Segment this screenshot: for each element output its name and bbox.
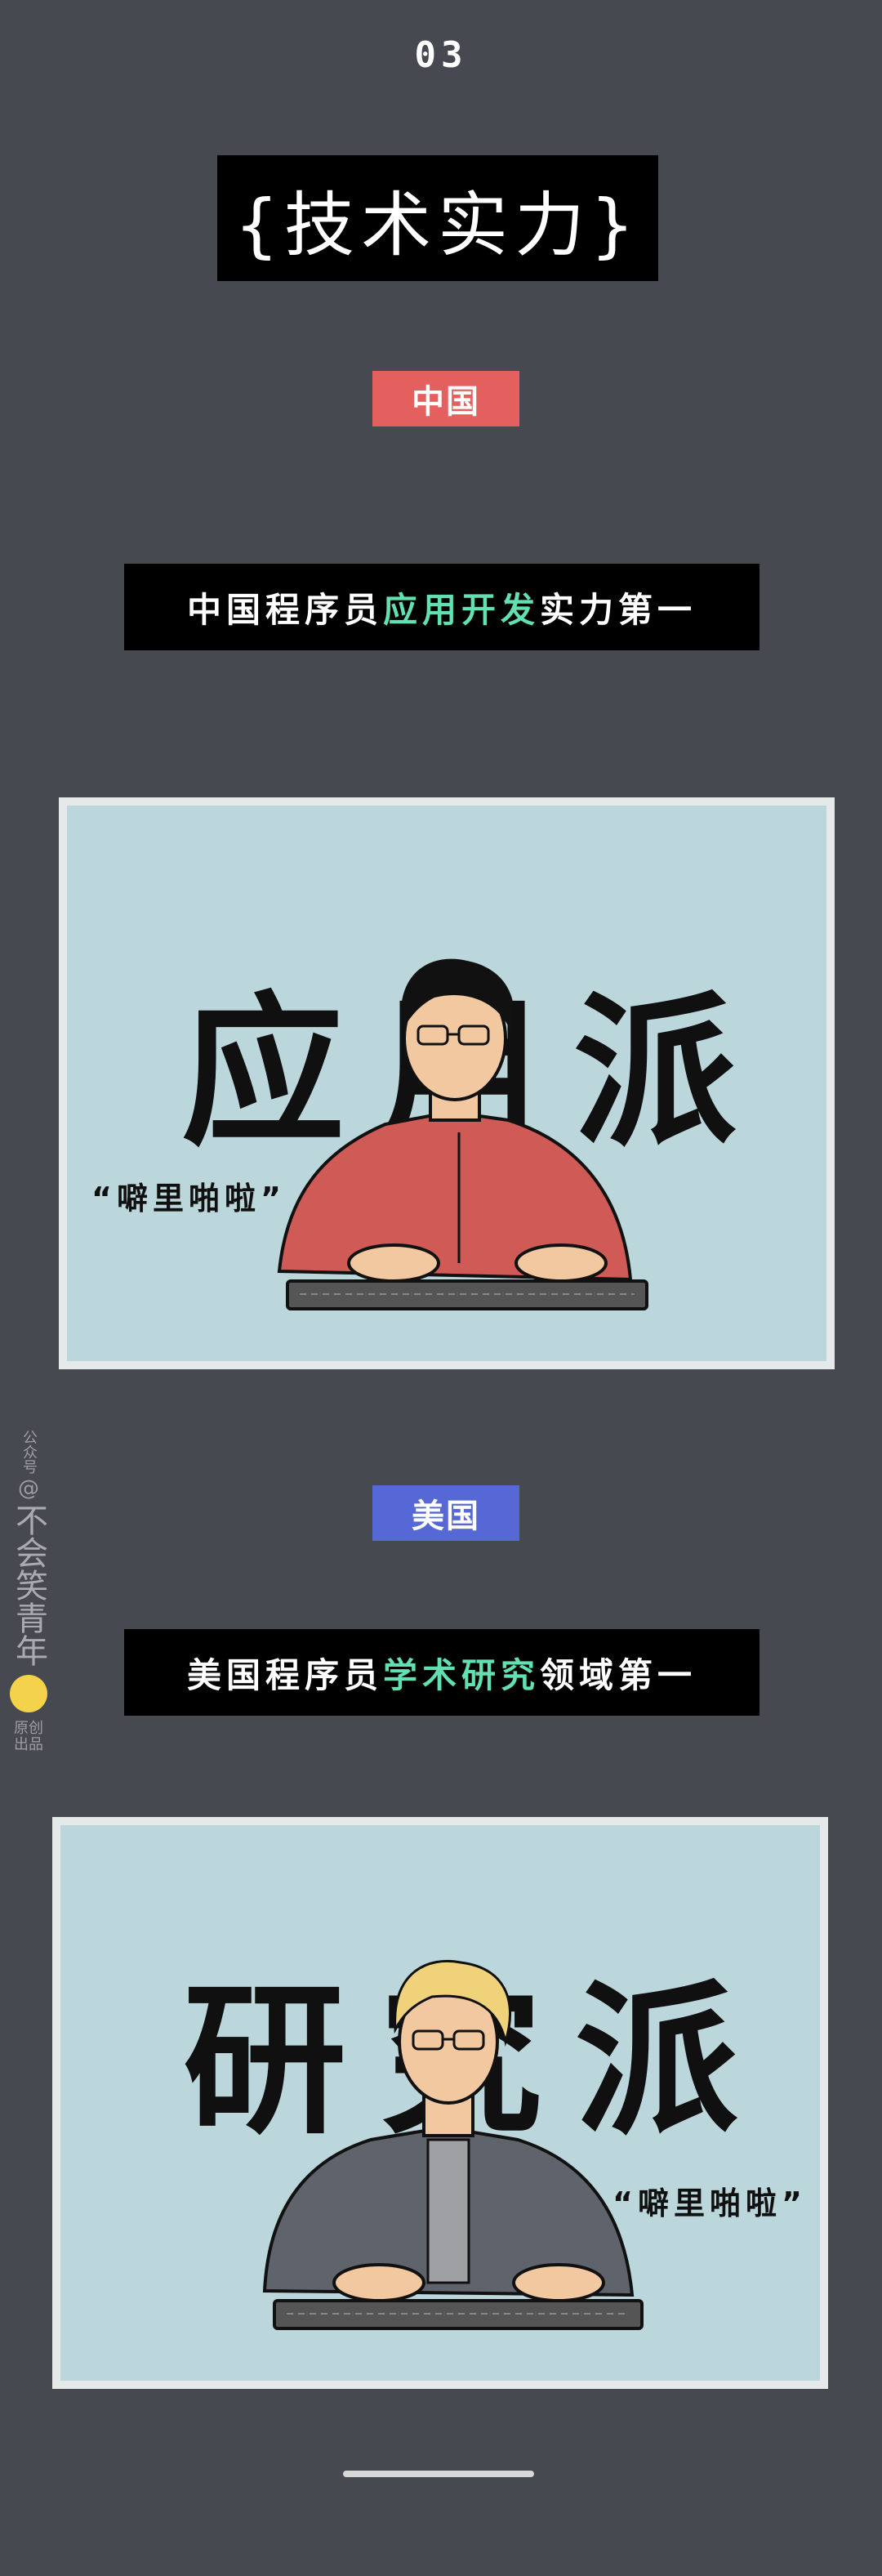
left-hand [347,1243,440,1283]
china-illustration: 应用派 “噼里啪啦” [59,797,835,1369]
bottom-divider [343,2471,534,2477]
right-hand [512,2263,605,2302]
keyboard [286,1279,648,1310]
programmer-usa-drawing [262,1959,644,2330]
usa-illustration: 研究派 “噼里啪啦” [52,1817,828,2389]
at-icon: @ [18,1476,39,1501]
left-hand [332,2263,425,2302]
china-banner-pre: 中国程序员 [186,589,383,630]
section-number: 03 [414,34,468,76]
usa-banner-pre: 美国程序员 [186,1654,383,1695]
usa-quote: “噼里啪啦” [612,2185,807,2221]
page-title: {技术实力} [235,184,640,266]
watermark-name: 不会笑青年 [10,1503,47,1667]
programmer-china-drawing [277,958,648,1310]
china-quote: “噼里啪啦” [91,1181,286,1217]
usa-banner-highlight: 学术研究 [382,1654,540,1695]
china-banner-highlight: 应用开发 [382,589,540,630]
right-hand [514,1243,608,1283]
china-banner: 中国程序员 应用开发 实力第一 [124,564,760,650]
usa-banner: 美国程序员 学术研究 领域第一 [124,1629,760,1716]
watermark: 公众号 @ 不会笑青年 原创出品 [10,1430,47,1753]
usa-banner-post: 领域第一 [540,1654,697,1695]
watermark-top: 公众号 [20,1430,38,1474]
watermark-bottom: 原创出品 [14,1720,43,1753]
china-tag: 中国 [372,371,519,426]
china-banner-post: 实力第一 [540,589,697,630]
smiley-icon [10,1675,47,1712]
shirt [426,2138,470,2284]
title-box: {技术实力} [217,155,658,281]
usa-tag: 美国 [372,1485,519,1541]
page: 03 {技术实力} 中国 中国程序员应用开发实力第一 应用派 [0,0,882,2576]
